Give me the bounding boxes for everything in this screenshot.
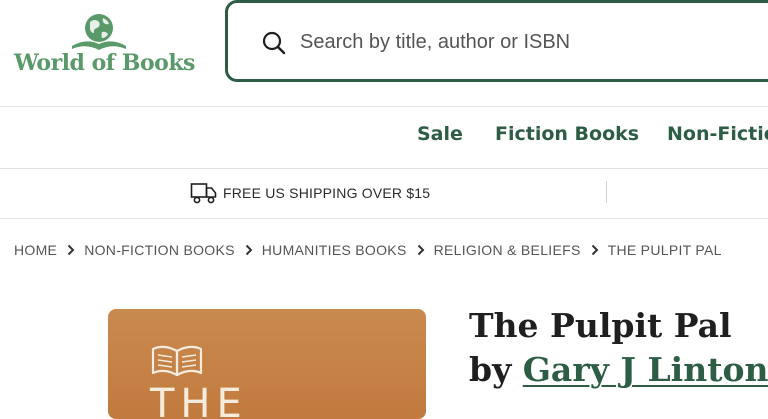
shipping-text: FREE US SHIPPING OVER $15 — [223, 185, 431, 201]
search-input[interactable] — [300, 27, 740, 57]
byline-prefix: by — [469, 350, 512, 389]
product-title: The Pulpit Pal — [469, 306, 732, 345]
main-nav: Sale Fiction Books Non-Fictio — [0, 107, 768, 167]
breadcrumb: HOME NON-FICTION BOOKS HUMANITIES BOOKS REL… — [14, 242, 722, 262]
world-of-books-logo[interactable]: World of Books — [14, 12, 195, 78]
chevron-right-icon — [591, 244, 599, 256]
chevron-right-icon — [417, 244, 425, 256]
globe-book-icon — [72, 14, 126, 50]
open-book-icon — [151, 345, 203, 377]
nav-item-non-fiction[interactable]: Non-Fictio — [667, 123, 768, 145]
logo-text: World of Books — [14, 50, 195, 76]
chevron-right-icon — [67, 244, 75, 256]
breadcrumb-humanities-books[interactable]: HUMANITIES BOOKS — [262, 242, 407, 258]
nav-item-fiction-books[interactable]: Fiction Books — [495, 123, 639, 145]
nav-item-sale[interactable]: Sale — [417, 123, 463, 145]
breadcrumb-religion-beliefs[interactable]: RELIGION & BELIEFS — [434, 242, 581, 258]
breadcrumb-home[interactable]: HOME — [14, 242, 57, 258]
author-link[interactable]: Gary J Linton — [523, 350, 768, 389]
shipping-banner: FREE US SHIPPING OVER $15 — [0, 169, 768, 217]
product-byline: by Gary J Linton — [469, 348, 768, 392]
breadcrumb-current-page: THE PULPIT PAL — [607, 242, 722, 258]
divider — [606, 181, 607, 203]
breadcrumb-non-fiction-books[interactable]: NON-FICTION BOOKS — [84, 242, 235, 258]
search-bar — [225, 0, 768, 82]
chevron-right-icon — [245, 244, 253, 256]
divider — [0, 218, 768, 219]
search-icon[interactable] — [261, 30, 287, 56]
delivery-truck-icon — [190, 183, 217, 204]
cover-title-text: THE — [150, 381, 248, 419]
site-header: World of Books — [0, 0, 768, 106]
